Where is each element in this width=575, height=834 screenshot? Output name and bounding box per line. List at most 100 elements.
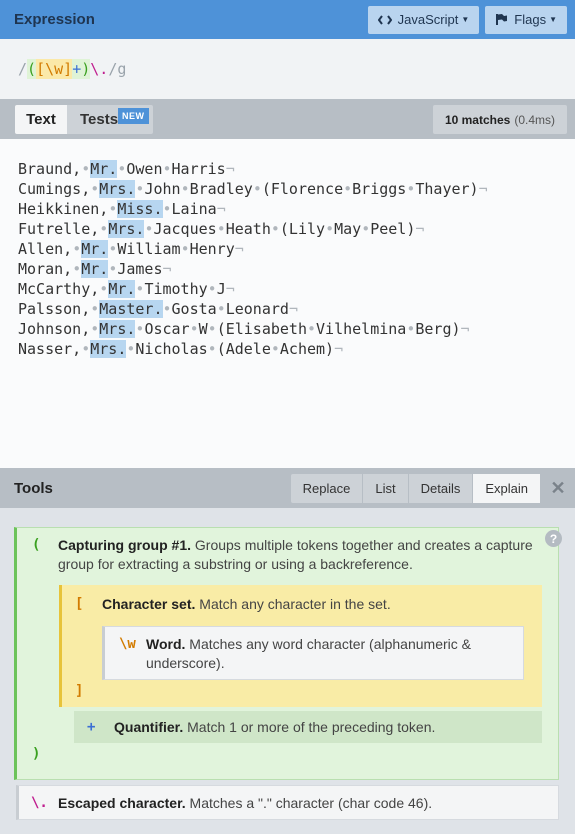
- newline-marker: ¬: [478, 180, 488, 198]
- newline-marker: ¬: [225, 160, 235, 178]
- tab-details[interactable]: Details: [408, 473, 473, 503]
- tab-text[interactable]: Text: [15, 105, 67, 134]
- regex-delimiter: /: [18, 60, 28, 78]
- match-highlight: Mrs.: [90, 340, 127, 358]
- whitespace-marker: •: [108, 240, 118, 258]
- set-close-token: ]: [63, 59, 73, 79]
- text-word: Henry: [189, 240, 235, 258]
- text-word: Heath: [225, 220, 271, 238]
- tools-toolbar: Tools Replace List Details Explain ✕: [0, 468, 575, 508]
- text-line: Allen,•Mr.•William•Henry¬: [18, 239, 575, 259]
- match-count-badge: 10 matches (0.4ms): [432, 105, 567, 134]
- text-word: Harris: [171, 160, 226, 178]
- text-word: Thayer): [415, 180, 479, 198]
- match-count: 10 matches: [444, 112, 511, 127]
- text-word: Briggs: [352, 180, 407, 198]
- expression-header: Expression JavaScript ▼ Flags ▼: [0, 0, 575, 39]
- flags-label: Flags: [514, 12, 547, 27]
- regex-delimiter: /: [108, 60, 118, 78]
- quantifier-desc-text: Match 1 or more of the preceding token.: [187, 719, 436, 735]
- text-word: Leonard: [225, 300, 289, 318]
- group-title: Capturing group #1.: [58, 537, 191, 553]
- expression-input[interactable]: /([\w] +) \. / g: [0, 39, 575, 99]
- match-highlight: Mr.: [108, 280, 136, 298]
- text-word: Cumings,: [18, 180, 91, 198]
- text-line: Braund,•Mr.•Owen•Harris¬: [18, 159, 575, 179]
- regex-flags: g: [117, 60, 127, 78]
- newline-marker: ¬: [216, 200, 226, 218]
- match-time: (0.4ms): [514, 112, 555, 127]
- whitespace-marker: •: [270, 340, 280, 358]
- whitespace-marker: •: [207, 340, 217, 358]
- text-word: Achem): [279, 340, 335, 358]
- word-desc-text: Matches any word character (alphanumeric…: [146, 636, 471, 671]
- match-highlight: Mrs.: [108, 220, 145, 238]
- text-word: James: [117, 260, 163, 278]
- text-word: John: [144, 180, 181, 198]
- whitespace-marker: •: [207, 320, 217, 338]
- whitespace-marker: •: [252, 180, 262, 198]
- text-word: (Lily: [279, 220, 326, 238]
- whitespace-marker: •: [162, 200, 172, 218]
- set-close-token: ]: [75, 683, 84, 699]
- text-word: Oscar: [144, 320, 190, 338]
- whitespace-marker: •: [81, 160, 91, 178]
- whitespace-marker: •: [189, 320, 199, 338]
- text-word: Peel): [370, 220, 416, 238]
- quantifier-title: Quantifier.: [114, 719, 184, 735]
- text-word: Futrelle,: [18, 220, 100, 238]
- escaped-dot-token: \.: [90, 60, 109, 78]
- match-highlight: Mrs.: [99, 180, 136, 198]
- text-word: Gosta: [171, 300, 217, 318]
- match-highlight: Mr.: [90, 160, 118, 178]
- text-word: Palsson,: [18, 300, 91, 318]
- newline-marker: ¬: [334, 340, 344, 358]
- group-close-token: ): [32, 746, 41, 762]
- newline-marker: ¬: [288, 300, 298, 318]
- text-word: Berg): [415, 320, 461, 338]
- tab-replace[interactable]: Replace: [290, 473, 363, 503]
- help-icon[interactable]: ?: [545, 530, 562, 547]
- whitespace-marker: •: [162, 300, 172, 318]
- text-word: Johnson,: [18, 320, 91, 338]
- quantifier-token: +: [87, 719, 96, 735]
- set-open-token: [: [75, 596, 84, 612]
- expression-title: Expression: [14, 11, 95, 28]
- test-text-area[interactable]: Braund,•Mr.•Owen•Harris¬ Cumings,•Mrs.•Jo…: [0, 139, 575, 468]
- whitespace-marker: •: [99, 220, 109, 238]
- newline-marker: ¬: [460, 320, 470, 338]
- match-highlight: Mr.: [81, 240, 109, 258]
- whitespace-marker: •: [207, 280, 217, 298]
- word-token: \w: [45, 59, 64, 79]
- tab-list[interactable]: List: [363, 473, 408, 503]
- newline-marker: ¬: [234, 240, 244, 258]
- text-word: Nicholas: [135, 340, 208, 358]
- text-line: Nasser,•Mrs.•Nicholas•(Adele•Achem)¬: [18, 339, 575, 359]
- text-line: Johnson,•Mrs.•Oscar•W•(Elisabeth•Vilhelm…: [18, 319, 575, 339]
- close-icon[interactable]: ✕: [541, 478, 575, 499]
- whitespace-marker: •: [307, 320, 317, 338]
- match-highlight: Mr.: [81, 260, 109, 278]
- tab-explain[interactable]: Explain: [473, 473, 540, 503]
- flags-button[interactable]: Flags ▼: [485, 5, 567, 34]
- new-badge: NEW: [118, 108, 149, 124]
- text-word: Allen,: [18, 240, 73, 258]
- group-open-token: (: [27, 59, 37, 79]
- whitespace-marker: •: [361, 220, 371, 238]
- whitespace-marker: •: [270, 220, 280, 238]
- text-word: Heikkinen,: [18, 200, 109, 218]
- text-line: Futrelle,•Mrs.•Jacques•Heath•(Lily•May•P…: [18, 219, 575, 239]
- whitespace-marker: •: [180, 180, 190, 198]
- text-word: Vilhelmina: [316, 320, 407, 338]
- set-description: Character set. Match any character in th…: [102, 595, 522, 614]
- text-word: May: [334, 220, 362, 238]
- flavor-button[interactable]: JavaScript ▼: [367, 5, 480, 34]
- escaped-description: Escaped character. Matches a "." charact…: [58, 794, 548, 813]
- chevron-down-icon: ▼: [461, 15, 470, 24]
- text-word: William: [117, 240, 181, 258]
- escaped-title: Escaped character.: [58, 795, 186, 811]
- whitespace-marker: •: [99, 280, 109, 298]
- flag-icon: [496, 14, 508, 25]
- text-word: Jacques: [153, 220, 217, 238]
- whitespace-marker: •: [90, 320, 100, 338]
